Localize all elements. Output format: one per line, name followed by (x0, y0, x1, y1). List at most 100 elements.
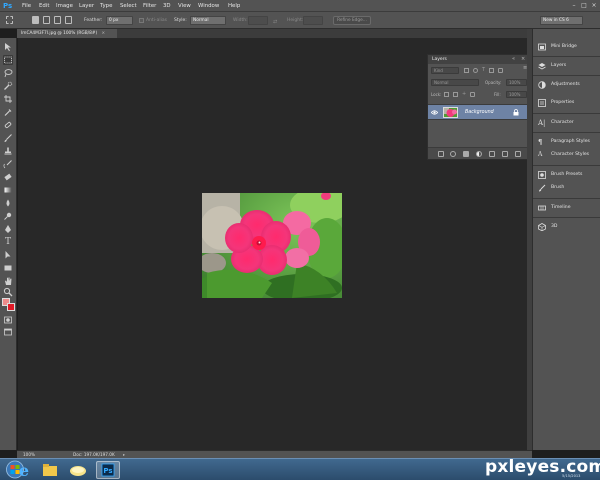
dodge-tool-icon[interactable] (3, 211, 13, 221)
collapse-panel-icon[interactable]: « (512, 55, 515, 64)
lock-transparency-icon[interactable] (444, 92, 449, 97)
clone-stamp-tool-icon[interactable] (3, 146, 13, 156)
fill-input[interactable]: 100% (506, 91, 527, 98)
hand-tool-icon[interactable] (3, 276, 13, 286)
menu-bar: Ps File Edit Image Layer Type Select Fil… (0, 0, 600, 12)
rectangle-tool-icon[interactable] (3, 263, 13, 273)
menu-select[interactable]: Select (120, 0, 137, 12)
menu-file[interactable]: File (22, 0, 31, 12)
new-layer-icon[interactable] (502, 151, 508, 157)
dock-timeline[interactable]: Timeline (533, 200, 600, 216)
filter-pixel-icon[interactable] (464, 68, 469, 73)
filter-smart-object-icon[interactable] (498, 68, 504, 73)
toolbox: T (0, 38, 17, 450)
properties-icon (538, 99, 546, 107)
crop-tool-icon[interactable] (3, 94, 13, 104)
width-input[interactable] (248, 16, 268, 25)
dock-mini-bridge[interactable]: Mini Bridge (533, 39, 600, 55)
lasso-tool-icon[interactable] (3, 68, 13, 78)
dock-character-styles[interactable]: A Character Styles (533, 147, 600, 163)
opacity-input[interactable]: 100% (506, 79, 527, 86)
layer-style-fx-icon[interactable] (450, 151, 456, 157)
dock-3d[interactable]: 3D (533, 219, 600, 235)
anti-alias-checkbox[interactable] (139, 18, 144, 23)
close-panel-icon[interactable]: × (521, 55, 525, 64)
dock-properties[interactable]: Properties (533, 95, 600, 111)
menu-help[interactable]: Help (228, 0, 240, 12)
taskbar-ie-icon[interactable]: e (12, 461, 36, 480)
filter-shape-icon[interactable] (489, 68, 495, 73)
new-group-folder-icon[interactable] (489, 151, 495, 157)
rectangular-marquee-tool-icon[interactable] (3, 55, 13, 65)
history-brush-tool-icon[interactable] (3, 159, 13, 169)
eraser-tool-icon[interactable] (3, 172, 13, 182)
dock-adjustments[interactable]: Adjustments (533, 77, 600, 93)
menu-filter[interactable]: Filter (143, 0, 156, 12)
brush-tool-icon[interactable] (3, 133, 13, 143)
filter-type-icon[interactable]: T (482, 67, 485, 74)
spot-healing-brush-tool-icon[interactable] (3, 120, 13, 130)
lock-pixels-icon[interactable] (453, 92, 458, 97)
dock-character[interactable]: A| Character (533, 115, 600, 131)
type-tool-icon[interactable]: T (3, 237, 13, 247)
anti-alias-label: Anti-alias (146, 18, 167, 23)
dock-layers[interactable]: Layers (533, 58, 600, 74)
menu-window[interactable]: Window (198, 0, 219, 12)
menu-view[interactable]: View (178, 0, 191, 12)
pen-tool-icon[interactable] (3, 224, 13, 234)
move-tool-icon[interactable] (3, 42, 13, 52)
height-input[interactable] (303, 16, 323, 25)
lock-all-icon[interactable] (470, 92, 476, 97)
layer-filter-select[interactable]: Kind (431, 67, 459, 74)
new-selection-icon[interactable] (32, 16, 39, 24)
layers-panel-title[interactable]: Layers (432, 55, 447, 64)
subtract-selection-icon[interactable] (54, 16, 61, 24)
paragraph-styles-icon: ¶ (538, 138, 543, 146)
dock-brush[interactable]: Brush (533, 180, 600, 196)
marquee-tool-preset-icon[interactable] (6, 16, 13, 24)
add-selection-icon[interactable] (43, 16, 50, 24)
svg-text:e: e (19, 461, 29, 479)
layers-icon (538, 63, 546, 70)
menu-layer[interactable]: Layer (79, 0, 94, 12)
path-selection-tool-icon[interactable] (3, 250, 13, 260)
intersect-selection-icon[interactable] (65, 16, 72, 24)
minimize-icon[interactable]: – (570, 2, 578, 9)
new-adjustment-layer-icon[interactable] (476, 151, 482, 157)
delete-layer-trash-icon[interactable] (515, 151, 521, 157)
quick-mask-icon[interactable] (3, 315, 13, 325)
zoom-tool-icon[interactable] (3, 287, 13, 297)
menu-edit[interactable]: Edit (39, 0, 49, 12)
layer-name[interactable]: Background (465, 105, 494, 120)
layer-row-background[interactable]: Background (428, 104, 530, 120)
workspace-select[interactable]: New in CS 6 (540, 16, 583, 25)
menu-type[interactable]: Type (100, 0, 112, 12)
refine-edge-button[interactable]: Refine Edge... (333, 16, 371, 25)
close-icon[interactable]: × (590, 2, 598, 9)
feather-input[interactable]: 0 px (106, 16, 133, 25)
gradient-tool-icon[interactable] (3, 185, 13, 195)
layers-panel-header: Layers « × (428, 55, 530, 64)
taskbar-folder-icon[interactable] (66, 461, 90, 479)
filter-adjustment-icon[interactable] (473, 68, 478, 73)
link-layers-icon[interactable] (438, 151, 444, 157)
document-tab[interactable]: ImCA4M3F7I.jpg @ 100% (RGB/8#) × (17, 29, 117, 38)
taskbar-photoshop-button[interactable]: Ps (96, 461, 120, 479)
add-mask-icon[interactable] (463, 151, 469, 157)
document-tab-close-icon[interactable]: × (102, 31, 106, 36)
visibility-eye-icon[interactable] (431, 109, 438, 116)
screen-mode-icon[interactable] (3, 327, 13, 337)
background-color-swatch[interactable] (7, 303, 15, 311)
style-select[interactable]: Normal (190, 16, 226, 25)
quick-selection-tool-icon[interactable] (3, 81, 13, 91)
pink-flower-photo[interactable] (202, 193, 342, 298)
blur-tool-icon[interactable] (3, 198, 13, 208)
blend-mode-select[interactable]: Normal (431, 79, 479, 86)
menu-3d[interactable]: 3D (163, 0, 171, 12)
menu-image[interactable]: Image (56, 0, 73, 12)
taskbar-explorer-icon[interactable] (38, 461, 62, 479)
lock-position-icon[interactable]: + (462, 92, 466, 97)
maximize-icon[interactable]: □ (580, 2, 588, 9)
eyedropper-tool-icon[interactable] (3, 107, 13, 117)
swap-dimensions-icon[interactable]: ⇄ (273, 19, 277, 25)
